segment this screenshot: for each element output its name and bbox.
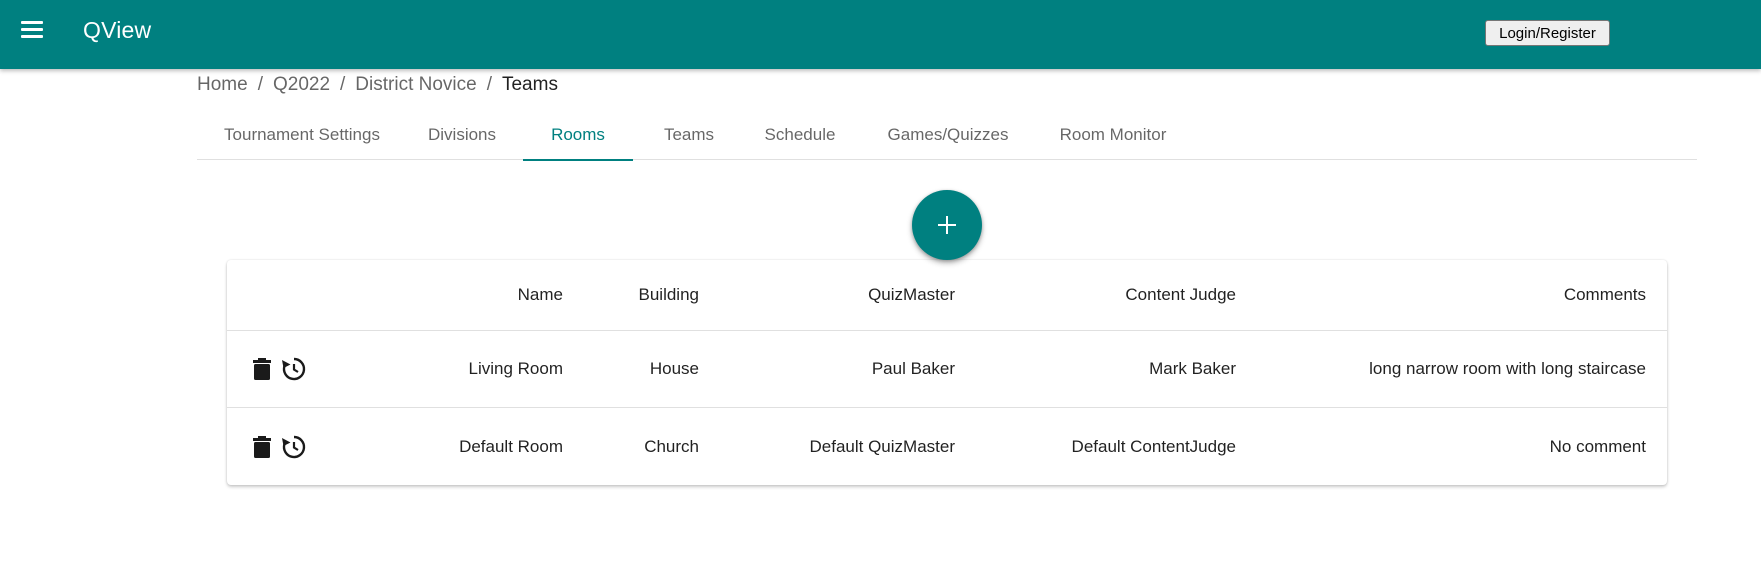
app-title: QView — [83, 17, 152, 43]
tab-rooms[interactable]: Rooms — [523, 109, 633, 161]
tab-bar: Tournament Settings Divisions Rooms Team… — [197, 109, 1697, 161]
cell-content-judge: Mark Baker — [1149, 359, 1236, 378]
breadcrumb-current: Teams — [501, 74, 558, 95]
column-header-content-judge[interactable]: Content Judge — [955, 260, 1236, 330]
cell-quizmaster: Paul Baker — [871, 359, 955, 378]
cell-building: Church — [644, 436, 699, 456]
tab-room-monitor[interactable]: Room Monitor — [1041, 109, 1185, 160]
tab-tournament-settings[interactable]: Tournament Settings — [197, 109, 407, 160]
tab-games-quizzes[interactable]: Games/Quizzes — [855, 109, 1041, 160]
column-header-comments[interactable]: Comments — [1236, 260, 1646, 330]
column-header-name[interactable]: Name — [327, 260, 563, 330]
breadcrumb-division[interactable]: District Novice — [355, 74, 476, 96]
cell-name: Default Room — [459, 436, 563, 456]
cell-quizmaster: Default QuizMaster — [809, 436, 956, 456]
cell-comments: long narrow room with long staircase — [1369, 359, 1646, 378]
breadcrumb: Home / Q2022 / District Novice / Teams — [197, 74, 558, 96]
reset-icon[interactable] — [281, 434, 307, 460]
app-bar: QView Login/Register — [0, 0, 1761, 69]
tab-schedule[interactable]: Schedule — [745, 109, 855, 160]
tab-teams[interactable]: Teams — [633, 109, 745, 160]
breadcrumb-tournament[interactable]: Q2022 — [273, 74, 330, 96]
reset-icon[interactable] — [281, 356, 307, 382]
delete-icon[interactable] — [249, 434, 275, 460]
cell-name: Living Room — [468, 359, 564, 378]
rooms-table: Name Building QuizMaster Content Judge C… — [227, 260, 1667, 485]
table-header-row: Name Building QuizMaster Content Judge C… — [227, 260, 1667, 331]
login-register-button[interactable]: Login/Register — [1485, 20, 1610, 46]
breadcrumb-separator: / — [257, 74, 263, 95]
delete-icon[interactable] — [249, 356, 275, 382]
column-header-building[interactable]: Building — [563, 260, 700, 330]
breadcrumb-separator: / — [486, 74, 492, 95]
breadcrumb-home[interactable]: Home — [197, 74, 248, 96]
tab-divisions[interactable]: Divisions — [407, 109, 517, 160]
row-actions — [249, 331, 307, 407]
table-row[interactable]: Living Room House Paul Baker Mark Baker … — [227, 331, 1667, 408]
cell-comments: No comment — [1549, 436, 1646, 456]
row-actions — [249, 408, 307, 485]
menu-icon[interactable] — [18, 18, 46, 42]
table-row[interactable]: Default Room Church Default QuizMaster D… — [227, 408, 1667, 485]
column-header-quizmaster[interactable]: QuizMaster — [699, 260, 955, 330]
cell-content-judge: Default ContentJudge — [1071, 436, 1236, 456]
plus-icon — [938, 216, 956, 234]
add-room-button[interactable] — [912, 190, 982, 260]
breadcrumb-separator: / — [340, 74, 346, 95]
cell-building: House — [649, 359, 699, 378]
